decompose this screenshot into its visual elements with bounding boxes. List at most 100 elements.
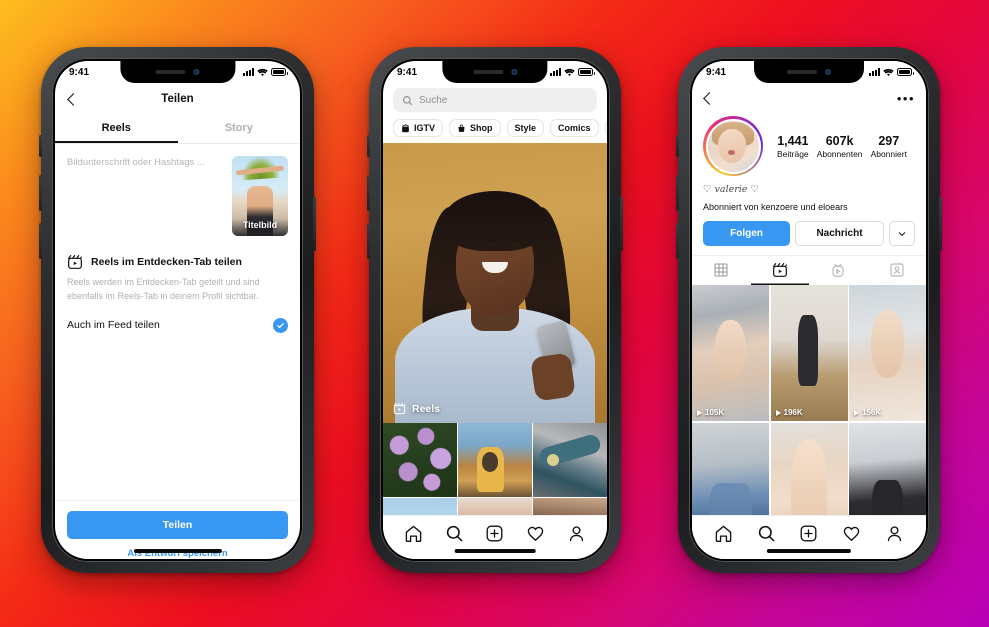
- view-count: 105K: [697, 408, 724, 417]
- phone-bezel: 9:41 Teilen Reels Story Bildunterschrift…: [52, 58, 303, 562]
- explore-tile[interactable]: [383, 423, 457, 497]
- phone1-screen: 9:41 Teilen Reels Story Bildunterschrift…: [55, 61, 300, 559]
- eye-right: [511, 243, 520, 247]
- notch: [754, 61, 864, 83]
- wifi-icon: [883, 68, 894, 76]
- chip-shop[interactable]: Shop: [449, 119, 501, 137]
- category-chips[interactable]: IGTV Shop Style Comics Film & Fern: [383, 116, 607, 143]
- play-icon: [775, 409, 781, 416]
- stat-followers[interactable]: 607k Abonnenten: [817, 134, 863, 159]
- signal-icon: [243, 68, 254, 76]
- reels-icon: [68, 255, 82, 269]
- home-icon[interactable]: [404, 524, 423, 543]
- explore-tile[interactable]: [458, 423, 532, 497]
- home-indicator[interactable]: [133, 549, 222, 553]
- chevron-down-icon: [898, 231, 906, 236]
- earpiece-speaker: [472, 70, 503, 74]
- stat-following[interactable]: 297 Abonniert: [871, 134, 907, 159]
- explore-feed[interactable]: Reels: [383, 143, 607, 559]
- play-icon: [854, 409, 859, 416]
- reels-icon: [772, 263, 787, 277]
- share-explore-description: Reels werden im Entdecken-Tab geteilt un…: [67, 277, 260, 301]
- check-circle-icon[interactable]: [273, 317, 288, 333]
- share-to-feed-row[interactable]: Auch im Feed teilen: [55, 304, 300, 333]
- volume-down-button: [367, 223, 370, 259]
- front-camera: [193, 69, 200, 75]
- stat-number: 297: [878, 133, 900, 148]
- chip-label: IGTV: [414, 123, 436, 133]
- hair-top: [443, 191, 547, 251]
- home-icon[interactable]: [714, 524, 733, 543]
- person-icon[interactable]: [567, 524, 586, 543]
- caption-input[interactable]: Bildunterschrift oder Hashtags ...: [67, 156, 222, 236]
- search-icon[interactable]: [445, 524, 464, 543]
- phone2-screen: 9:41 Suche IGTV Shop Style Comics Reels: [383, 61, 607, 559]
- chevron-left-icon[interactable]: [703, 91, 716, 105]
- tab-igtv[interactable]: [809, 256, 868, 285]
- phone-device-share-screen: 9:41 Teilen Reels Story Bildunterschrift…: [39, 47, 316, 573]
- avatar-lips: [727, 150, 735, 155]
- search-placeholder: Suche: [419, 94, 448, 106]
- avatar-story-ring[interactable]: [703, 116, 763, 176]
- tab-reels[interactable]: [751, 256, 810, 285]
- grid-icon: [714, 263, 728, 277]
- message-button[interactable]: Nachricht: [795, 221, 884, 246]
- tab-grid[interactable]: [692, 256, 751, 285]
- chip-label: Comics: [558, 123, 591, 133]
- battery-icon: [897, 68, 914, 76]
- avatar-face: [717, 128, 747, 164]
- home-indicator[interactable]: [454, 549, 536, 553]
- power-button: [313, 197, 316, 251]
- phone-device-explore-screen: 9:41 Suche IGTV Shop Style Comics Reels: [367, 47, 623, 573]
- profile-display-name: ♡ valerie ♡: [703, 184, 759, 195]
- profile-header: 1,441 Beiträge 607k Abonnenten 297 Abonn…: [692, 113, 926, 176]
- chip-film-tv[interactable]: Film & Fern: [604, 119, 607, 137]
- home-indicator[interactable]: [766, 549, 852, 553]
- explore-tile[interactable]: [533, 423, 607, 497]
- more-options-button[interactable]: [889, 221, 915, 246]
- phone-bezel: 9:41 Suche IGTV Shop Style Comics Reels: [380, 58, 610, 562]
- stat-number: 607k: [825, 133, 854, 148]
- chip-style[interactable]: Style: [506, 119, 545, 137]
- plus-square-icon[interactable]: [799, 524, 818, 543]
- reels-icon: [393, 402, 406, 415]
- share-button[interactable]: Teilen: [67, 511, 288, 539]
- more-dots-icon[interactable]: •••: [897, 92, 915, 105]
- volume-up-button: [39, 175, 42, 211]
- chip-label: Shop: [470, 123, 493, 133]
- chip-comics[interactable]: Comics: [550, 119, 599, 137]
- signal-icon: [550, 68, 561, 76]
- heart-icon[interactable]: [526, 524, 545, 543]
- person-icon[interactable]: [885, 524, 904, 543]
- reel-tile[interactable]: 196K: [770, 285, 848, 422]
- power-button: [620, 197, 623, 251]
- reel-tile[interactable]: 105K: [692, 285, 769, 422]
- plus-square-icon[interactable]: [485, 524, 504, 543]
- heart-icon[interactable]: [842, 524, 861, 543]
- signal-icon: [869, 68, 880, 76]
- share-to-feed-label: Auch im Feed teilen: [67, 319, 160, 332]
- cover-thumbnail[interactable]: Titelbild: [232, 156, 288, 236]
- avatar[interactable]: [705, 118, 761, 174]
- volume-down-button: [676, 223, 679, 259]
- mute-switch: [367, 135, 370, 157]
- profile-navbar: •••: [692, 83, 926, 113]
- stat-posts[interactable]: 1,441 Beiträge: [777, 134, 809, 159]
- search-input[interactable]: Suche: [393, 88, 597, 112]
- tab-story[interactable]: Story: [178, 115, 301, 143]
- profile-tabs: [692, 255, 926, 285]
- search-icon[interactable]: [757, 524, 776, 543]
- chip-igtv[interactable]: IGTV: [393, 119, 444, 137]
- follow-button[interactable]: Folgen: [703, 221, 790, 246]
- reel-tile[interactable]: 156K: [849, 285, 926, 422]
- profile-actions: Folgen Nachricht: [692, 212, 926, 246]
- search-icon: [403, 95, 413, 105]
- mute-switch: [676, 135, 679, 157]
- front-camera: [510, 69, 517, 75]
- tab-tagged[interactable]: [868, 256, 927, 285]
- featured-reel[interactable]: Reels: [383, 143, 607, 423]
- tab-reels[interactable]: Reels: [55, 115, 178, 143]
- profile-bio: ♡ valerie ♡ Abonniert von kenzoere und e…: [692, 176, 926, 212]
- volume-up-button: [367, 175, 370, 211]
